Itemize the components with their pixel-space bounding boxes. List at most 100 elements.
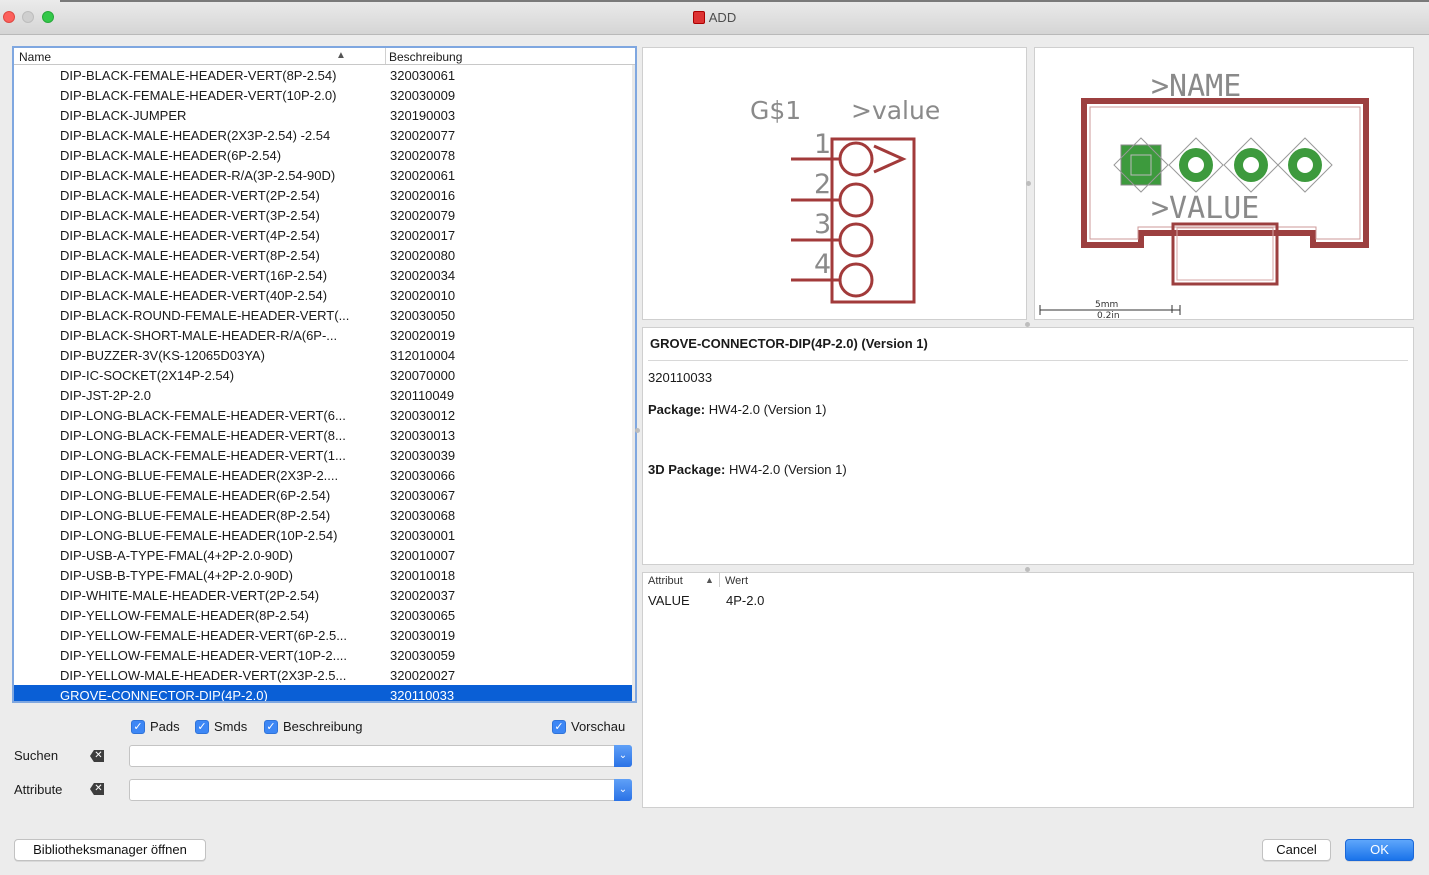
vertical-splitter-handle[interactable] — [1026, 181, 1031, 186]
list-item-description: 320020010 — [390, 288, 456, 303]
list-item[interactable]: DIP-LONG-BLUE-FEMALE-HEADER(10P-2.54) 320… — [14, 525, 635, 545]
vorschau-checkbox[interactable]: ✓ Vorschau — [552, 719, 625, 734]
list-item[interactable]: DIP-JST-2P-2.0 320110049 — [14, 385, 635, 405]
list-item[interactable]: DIP-BLACK-ROUND-FEMALE-HEADER-VERT(... 32… — [14, 305, 635, 325]
list-item-description: 320190003 — [390, 108, 456, 123]
list-item[interactable]: DIP-IC-SOCKET(2X14P-2.54) 320070000 — [14, 365, 635, 385]
list-item[interactable]: DIP-USB-B-TYPE-FMAL(4+2P-2.0-90D) 3200100… — [14, 565, 635, 585]
list-item-name: DIP-YELLOW-FEMALE-HEADER-VERT(6P-2.5... — [60, 628, 348, 643]
list-item-name: DIP-BLACK-MALE-HEADER-VERT(2P-2.54) — [60, 188, 320, 203]
list-item[interactable]: DIP-BLACK-JUMPER 320190003 — [14, 105, 635, 125]
column-divider[interactable] — [385, 48, 386, 64]
attribute-row[interactable]: VALUE 4P-2.0 — [643, 593, 1413, 611]
list-item-description: 320020080 — [390, 248, 456, 263]
list-item-description: 320030050 — [390, 308, 456, 323]
list-item[interactable]: DIP-LONG-BLUE-FEMALE-HEADER(2X3P-2.... 32… — [14, 465, 635, 485]
list-item[interactable]: DIP-BLACK-MALE-HEADER(6P-2.54) 320020078 — [14, 145, 635, 165]
list-item-description: 320020034 — [390, 268, 456, 283]
list-item[interactable]: DIP-BUZZER-3V(KS-12065D03YA) 312010004 — [14, 345, 635, 365]
smds-checkbox[interactable]: ✓ Smds — [195, 719, 247, 734]
list-item-name: DIP-LONG-BLACK-FEMALE-HEADER-VERT(8... — [60, 428, 346, 443]
ok-button[interactable]: OK — [1345, 839, 1414, 861]
clear-attribute-icon[interactable]: ✕ — [90, 783, 104, 795]
cancel-button[interactable]: Cancel — [1262, 839, 1331, 861]
list-item[interactable]: DIP-BLACK-MALE-HEADER-VERT(2P-2.54) 32002… — [14, 185, 635, 205]
list-item[interactable]: DIP-LONG-BLACK-FEMALE-HEADER-VERT(1... 32… — [14, 445, 635, 465]
list-item[interactable]: DIP-LONG-BLUE-FEMALE-HEADER(8P-2.54) 3200… — [14, 505, 635, 525]
package3d-info: 3D Package: HW4-2.0 (Version 1) — [648, 462, 847, 477]
list-item-description: 312010004 — [390, 348, 456, 363]
symbol-preview[interactable]: G$1 >value 1 2 3 4 — [642, 47, 1027, 320]
list-item[interactable]: DIP-BLACK-MALE-HEADER-VERT(8P-2.54) 32002… — [14, 245, 635, 265]
list-item-name: DIP-YELLOW-FEMALE-HEADER(8P-2.54) — [60, 608, 309, 623]
package-pads — [1113, 137, 1333, 193]
column-header-description[interactable]: Beschreibung — [389, 50, 462, 64]
scale-in-label: 0.2in — [1097, 311, 1120, 321]
beschreibung-checkbox[interactable]: ✓ Beschreibung — [264, 719, 363, 734]
list-item[interactable]: DIP-BLACK-MALE-HEADER-VERT(16P-2.54) 3200… — [14, 265, 635, 285]
column-header-name[interactable]: Name — [19, 50, 51, 64]
list-item[interactable]: DIP-YELLOW-FEMALE-HEADER-VERT(10P-2.... 3… — [14, 645, 635, 665]
attribute-combobox[interactable]: ⌄ — [129, 779, 632, 801]
list-item-description: 320030001 — [390, 528, 456, 543]
list-item[interactable]: DIP-YELLOW-MALE-HEADER-VERT(2X3P-2.5... 3… — [14, 665, 635, 685]
list-item-description: 320020061 — [390, 168, 456, 183]
chevron-down-icon[interactable]: ⌄ — [614, 779, 632, 801]
pads-checkbox-label: Pads — [150, 719, 180, 734]
list-item[interactable]: DIP-BLACK-MALE-HEADER-VERT(4P-2.54) 32002… — [14, 225, 635, 245]
list-header: Name ▲ Beschreibung — [14, 48, 635, 65]
divider — [648, 360, 1408, 361]
device-title: GROVE-CONNECTOR-DIP(4P-2.0) (Version 1) — [650, 336, 928, 351]
package-drawing: >NAME >VALUE 5mm 0.2in — [1039, 69, 1369, 321]
clear-search-icon[interactable]: ✕ — [90, 750, 104, 762]
checkmark-icon: ✓ — [195, 719, 209, 734]
list-item[interactable]: DIP-YELLOW-FEMALE-HEADER(8P-2.54) 3200300… — [14, 605, 635, 625]
list-item[interactable]: DIP-USB-A-TYPE-FMAL(4+2P-2.0-90D) 3200100… — [14, 545, 635, 565]
attribute-value: 4P-2.0 — [726, 593, 765, 608]
list-item-name: DIP-LONG-BLUE-FEMALE-HEADER(8P-2.54) — [60, 508, 331, 523]
attribute-table[interactable]: Attribut ▲ Wert VALUE 4P-2.0 — [642, 572, 1414, 808]
list-item[interactable]: DIP-BLACK-MALE-HEADER-VERT(3P-2.54) 32002… — [14, 205, 635, 225]
list-item[interactable]: DIP-LONG-BLUE-FEMALE-HEADER(6P-2.54) 3200… — [14, 485, 635, 505]
list-scrollbar[interactable] — [632, 65, 635, 701]
package3d-info-label: 3D Package: — [648, 462, 726, 477]
list-item[interactable]: GROVE-CONNECTOR-DIP(4P-2.0) 320110033 — [14, 685, 635, 701]
symbol-name-text: G$1 — [750, 96, 801, 125]
open-library-manager-button[interactable]: Bibliotheksmanager öffnen — [14, 839, 206, 861]
list-item-name: DIP-IC-SOCKET(2X14P-2.54) — [60, 368, 235, 383]
list-item[interactable]: DIP-YELLOW-FEMALE-HEADER-VERT(6P-2.5... 3… — [14, 625, 635, 645]
search-combobox[interactable]: ⌄ — [129, 745, 632, 767]
device-description: 320110033 — [648, 370, 713, 385]
vorschau-checkbox-label: Vorschau — [571, 719, 626, 734]
beschreibung-checkbox-label: Beschreibung — [283, 719, 363, 734]
attribute-name: VALUE — [648, 593, 690, 608]
device-list[interactable]: Name ▲ Beschreibung DIP-BLACK-FEMALE-HEA… — [12, 46, 637, 703]
title-bar: ADD — [0, 0, 1429, 35]
eagle-app-icon — [692, 11, 705, 24]
list-item[interactable]: DIP-BLACK-MALE-HEADER-VERT(40P-2.54) 3200… — [14, 285, 635, 305]
list-item[interactable]: DIP-BLACK-MALE-HEADER(2X3P-2.54) -2.54 32… — [14, 125, 635, 145]
column-divider[interactable] — [719, 573, 720, 587]
left-right-splitter-handle[interactable] — [635, 428, 640, 433]
chevron-down-icon[interactable]: ⌄ — [614, 745, 632, 767]
list-item-description: 320020017 — [390, 228, 456, 243]
package-preview[interactable]: >NAME >VALUE 5mm 0.2in — [1034, 47, 1414, 321]
column-header-attribut[interactable]: Attribut — [648, 575, 683, 587]
scale-mm-label: 5mm — [1095, 300, 1118, 310]
list-item[interactable]: DIP-BLACK-FEMALE-HEADER-VERT(8P-2.54) 320… — [14, 65, 635, 85]
list-item-name: DIP-LONG-BLACK-FEMALE-HEADER-VERT(1... — [60, 448, 346, 463]
list-item[interactable]: DIP-WHITE-MALE-HEADER-VERT(2P-2.54) 32002… — [14, 585, 635, 605]
list-item-name: DIP-BLACK-MALE-HEADER-VERT(8P-2.54) — [60, 248, 320, 263]
list-item[interactable]: DIP-LONG-BLACK-FEMALE-HEADER-VERT(6... 32… — [14, 405, 635, 425]
list-item[interactable]: DIP-BLACK-SHORT-MALE-HEADER-R/A(6P-... 32… — [14, 325, 635, 345]
list-item[interactable]: DIP-LONG-BLACK-FEMALE-HEADER-VERT(8... 32… — [14, 425, 635, 445]
pads-checkbox[interactable]: ✓ Pads — [131, 719, 180, 734]
column-header-wert[interactable]: Wert — [725, 575, 748, 587]
list-item-description: 320030013 — [390, 428, 456, 443]
list-item-description: 320110049 — [390, 388, 455, 403]
package-info-value: HW4-2.0 (Version 1) — [705, 402, 827, 417]
list-item[interactable]: DIP-BLACK-FEMALE-HEADER-VERT(10P-2.0) 320… — [14, 85, 635, 105]
list-item-description: 320030066 — [390, 468, 456, 483]
list-item[interactable]: DIP-BLACK-MALE-HEADER-R/A(3P-2.54-90D) 32… — [14, 165, 635, 185]
list-item-description: 320030068 — [390, 508, 456, 523]
